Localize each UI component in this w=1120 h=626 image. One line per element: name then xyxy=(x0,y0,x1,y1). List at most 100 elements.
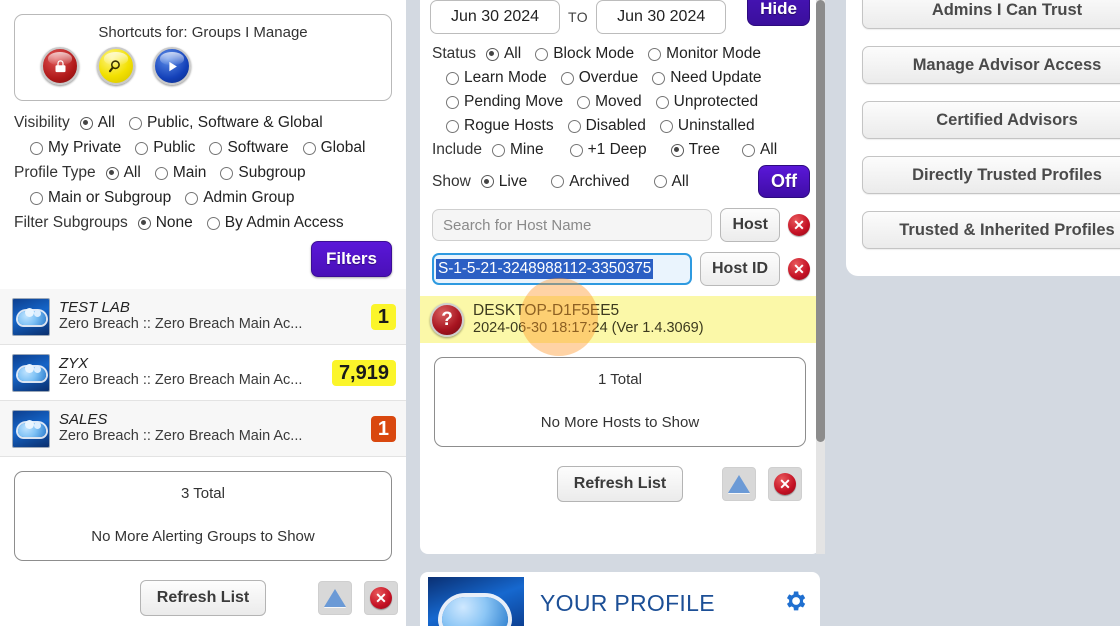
radio-icon[interactable] xyxy=(560,71,574,85)
profile-type-option-main-or-subgroup[interactable]: Main or Subgroup xyxy=(30,189,171,207)
radio-icon[interactable] xyxy=(535,47,549,61)
radio-icon[interactable] xyxy=(128,116,142,130)
visibility-option-my-private[interactable]: My Private xyxy=(30,139,121,157)
off-toggle-button[interactable]: Off xyxy=(758,165,810,198)
status-badge[interactable]: 1 xyxy=(370,415,396,442)
your-profile-card[interactable]: YOUR PROFILE xyxy=(420,572,820,626)
radio-icon[interactable] xyxy=(185,191,199,205)
radio-icon[interactable] xyxy=(652,71,666,85)
status-option-overdue[interactable]: Overdue xyxy=(560,69,638,87)
visibility-option-public-software-global[interactable]: Public, Software & Global xyxy=(128,114,323,132)
date-to-field[interactable]: Jun 30 2024 xyxy=(596,0,727,34)
visibility-option-public[interactable]: Public xyxy=(135,139,195,157)
radio-icon[interactable] xyxy=(154,166,168,180)
lock-icon[interactable] xyxy=(41,47,79,85)
show-option-live[interactable]: Live xyxy=(480,173,527,191)
trusted-inherited-profiles-button[interactable]: Trusted & Inherited Profiles xyxy=(862,211,1120,249)
gear-icon[interactable] xyxy=(782,588,808,618)
list-item[interactable]: ? DESKTOP-D1F5EE5 2024-06-30 18:17:24 (V… xyxy=(420,296,820,344)
status-badge[interactable]: 1 xyxy=(370,303,396,330)
radio-icon[interactable] xyxy=(670,143,684,157)
filter-subgroups-option-by-admin-access[interactable]: By Admin Access xyxy=(206,214,344,232)
clear-host-id-icon[interactable]: ✕ xyxy=(788,258,810,280)
radio-icon[interactable] xyxy=(446,95,459,109)
refresh-hosts-button[interactable]: Refresh List xyxy=(556,466,684,503)
status-option-all[interactable]: All xyxy=(485,45,521,63)
close-list-button[interactable]: ✕ xyxy=(364,581,398,615)
magnifier-icon[interactable] xyxy=(97,47,135,85)
radio-icon[interactable] xyxy=(79,116,93,130)
radio-icon[interactable] xyxy=(480,175,494,188)
date-from-field[interactable]: Jun 30 2024 xyxy=(430,0,560,34)
status-option-monitor-mode[interactable]: Monitor Mode xyxy=(648,45,761,63)
radio-icon[interactable] xyxy=(551,175,565,188)
status-option-uninstalled[interactable]: Uninstalled xyxy=(659,117,755,135)
scrollbar-thumb[interactable] xyxy=(816,0,825,442)
profile-type-option-all[interactable]: All xyxy=(105,164,141,182)
radio-icon[interactable] xyxy=(302,141,316,155)
visibility-option-global[interactable]: Global xyxy=(302,139,365,157)
clear-host-search-icon[interactable]: ✕ xyxy=(788,214,810,236)
radio-icon[interactable] xyxy=(137,216,151,230)
status-option-unprotected[interactable]: Unprotected xyxy=(655,93,758,111)
play-icon[interactable] xyxy=(153,47,191,85)
status-option-need-update[interactable]: Need Update xyxy=(652,69,762,87)
table-row[interactable]: TEST LAB Zero Breach :: Zero Breach Main… xyxy=(0,289,406,345)
radio-icon[interactable] xyxy=(209,141,223,155)
search-input[interactable]: Search for Host Name xyxy=(432,209,713,241)
radio-icon[interactable] xyxy=(206,216,220,230)
status-badge[interactable]: 7,919 xyxy=(331,359,396,386)
include-option-plus-1-deep[interactable]: +1 Deep xyxy=(569,141,647,159)
profile-type-option-main[interactable]: Main xyxy=(154,164,206,182)
radio-icon[interactable] xyxy=(30,141,43,155)
radio-icon[interactable] xyxy=(577,95,591,109)
radio-icon[interactable] xyxy=(105,166,119,180)
scroll-up-button[interactable] xyxy=(318,581,352,615)
radio-icon[interactable] xyxy=(135,141,149,155)
directly-trusted-profiles-button[interactable]: Directly Trusted Profiles xyxy=(862,156,1120,194)
certified-advisors-button[interactable]: Certified Advisors xyxy=(862,101,1120,139)
radio-icon[interactable] xyxy=(446,119,459,133)
profile-type-option-admin-group[interactable]: Admin Group xyxy=(185,189,295,207)
radio-icon[interactable] xyxy=(30,191,43,205)
table-row[interactable]: SALES Zero Breach :: Zero Breach Main Ac… xyxy=(0,401,406,457)
admins-i-can-trust-button[interactable]: Admins I Can Trust xyxy=(862,0,1120,29)
status-option-rogue-hosts[interactable]: Rogue Hosts xyxy=(446,117,554,135)
status-option-disabled[interactable]: Disabled xyxy=(567,117,646,135)
radio-icon[interactable] xyxy=(653,175,667,188)
status-option-block-mode[interactable]: Block Mode xyxy=(535,45,634,63)
hide-button[interactable]: Hide xyxy=(747,0,810,26)
status-option-moved[interactable]: Moved xyxy=(577,93,642,111)
show-option-archived[interactable]: Archived xyxy=(551,173,630,191)
group-name: SALES xyxy=(59,411,108,429)
status-option-learn-mode[interactable]: Learn Mode xyxy=(446,69,547,87)
radio-icon[interactable] xyxy=(446,71,459,85)
hosts-close-button[interactable]: ✕ xyxy=(768,467,802,502)
table-row[interactable]: ZYX Zero Breach :: Zero Breach Main Ac..… xyxy=(0,345,406,401)
manage-advisor-access-button[interactable]: Manage Advisor Access xyxy=(862,46,1120,84)
visibility-option-all[interactable]: All xyxy=(79,114,115,132)
visibility-option-software[interactable]: Software xyxy=(209,139,289,157)
include-option-all[interactable]: All xyxy=(741,141,777,159)
radio-icon[interactable] xyxy=(485,47,499,61)
include-option-mine[interactable]: Mine xyxy=(491,141,544,159)
filter-subgroups-option-none[interactable]: None xyxy=(137,214,193,232)
host-id-input[interactable]: S-1-5-21-3248988112-3350375 xyxy=(432,253,692,285)
radio-icon[interactable] xyxy=(648,47,662,61)
host-id-search-button[interactable]: Host ID xyxy=(700,252,780,286)
refresh-list-button[interactable]: Refresh List xyxy=(139,580,267,616)
filters-button[interactable]: Filters xyxy=(310,241,392,277)
profile-type-option-subgroup[interactable]: Subgroup xyxy=(220,164,306,182)
radio-icon[interactable] xyxy=(741,143,755,157)
include-option-tree[interactable]: Tree xyxy=(670,141,720,159)
radio-icon[interactable] xyxy=(655,95,669,109)
radio-icon[interactable] xyxy=(569,143,583,157)
radio-icon[interactable] xyxy=(659,119,673,133)
radio-icon[interactable] xyxy=(491,143,505,157)
hosts-scroll-up-button[interactable] xyxy=(722,467,756,502)
status-option-pending-move[interactable]: Pending Move xyxy=(446,93,563,111)
radio-icon[interactable] xyxy=(220,166,234,180)
host-search-button[interactable]: Host xyxy=(720,208,780,242)
show-option-all[interactable]: All xyxy=(653,173,689,191)
radio-icon[interactable] xyxy=(567,119,581,133)
